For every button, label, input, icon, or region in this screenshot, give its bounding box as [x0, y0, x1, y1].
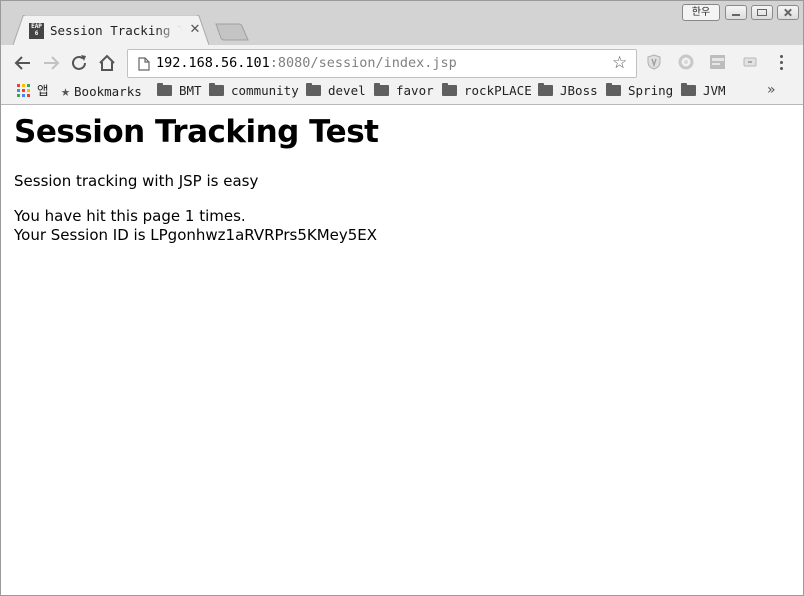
bookmark-folder-rockplace[interactable]: rockPLACE — [442, 83, 532, 99]
bookmark-label: community — [231, 83, 299, 98]
reload-button[interactable] — [68, 52, 90, 74]
forward-button[interactable] — [40, 52, 62, 74]
tab-close-icon[interactable]: ✕ — [188, 23, 202, 37]
bookmark-folder-devel[interactable]: devel — [306, 83, 366, 99]
apps-grid-dot — [27, 94, 30, 97]
page-content: Session Tracking Test Session tracking w… — [1, 105, 803, 595]
bookmark-folder-jvm[interactable]: JVM — [681, 83, 726, 99]
folder-icon — [681, 83, 696, 96]
apps-grid-dot — [17, 94, 20, 97]
eap-favicon-icon: EAP 6 — [29, 23, 44, 39]
bookmark-label: JVM — [703, 83, 726, 98]
url-host: 192.168.56.101 — [156, 55, 270, 71]
folder-icon — [374, 83, 389, 96]
url-text[interactable]: 192.168.56.101:8080/session/index.jsp — [156, 55, 457, 72]
apps-grid-dot — [22, 89, 25, 92]
back-button[interactable] — [12, 52, 34, 74]
apps-shortcut[interactable]: 앱 — [37, 83, 49, 99]
tab-strip: EAP 6 Session Tracking Test ✕ 한우 — [1, 1, 803, 45]
apps-grid-icon[interactable] — [17, 84, 31, 98]
favicon-text-top: EAP — [31, 23, 42, 30]
bookmark-label: Bookmarks — [74, 84, 142, 99]
bookmark-folder-bmt[interactable]: BMT — [157, 83, 202, 99]
apps-label: 앱 — [37, 83, 49, 98]
card-extension-icon[interactable] — [742, 54, 758, 70]
folder-icon — [442, 83, 457, 96]
apps-grid-dot — [27, 89, 30, 92]
bookmark-item-bookmarks[interactable]: ★ Bookmarks — [61, 83, 142, 99]
url-path: :8080/session/index.jsp — [269, 55, 457, 71]
home-icon — [99, 54, 115, 71]
folder-icon — [157, 83, 172, 96]
page-heading: Session Tracking Test — [14, 114, 379, 150]
bookmark-label: devel — [328, 83, 366, 98]
star-icon: ★ — [61, 82, 71, 100]
page-icon — [138, 57, 150, 71]
apps-grid-dot — [27, 84, 30, 87]
browser-window: EAP 6 Session Tracking Test ✕ 한우 — [0, 0, 804, 596]
apps-grid-dot — [22, 84, 25, 87]
folder-icon — [538, 83, 553, 96]
folder-icon — [306, 83, 321, 96]
ime-indicator[interactable]: 한우 — [682, 4, 720, 21]
close-window-button[interactable] — [777, 5, 799, 20]
tab-title: Session Tracking Test — [50, 23, 182, 38]
minimize-button[interactable] — [725, 5, 747, 20]
tab-session-tracking[interactable]: EAP 6 Session Tracking Test ✕ — [13, 15, 209, 45]
apps-grid-dot — [22, 94, 25, 97]
sync-extension-icon[interactable] — [678, 54, 694, 70]
reload-icon — [72, 55, 86, 70]
browser-toolbar: 192.168.56.101:8080/session/index.jsp ☆ — [1, 45, 803, 79]
session-id-text: Your Session ID is LPgonhwz1aRVRPrs5KMey… — [14, 226, 378, 244]
address-bar[interactable]: 192.168.56.101:8080/session/index.jsp ☆ — [127, 49, 637, 78]
back-arrow-icon — [14, 56, 30, 70]
bookmark-folder-spring[interactable]: Spring — [606, 83, 673, 99]
forward-arrow-icon — [44, 56, 60, 70]
folder-icon — [606, 83, 621, 96]
folder-icon — [209, 83, 224, 96]
shield-extension-icon[interactable] — [646, 54, 662, 70]
maximize-button[interactable] — [751, 5, 773, 20]
bookmark-label: rockPLACE — [464, 83, 532, 98]
bookmark-label: JBoss — [560, 83, 598, 98]
bookmark-folder-jboss[interactable]: JBoss — [538, 83, 598, 99]
screen-extension-icon[interactable] — [709, 54, 725, 70]
intro-text: Session tracking with JSP is easy — [14, 172, 259, 190]
bookmark-label: Spring — [628, 83, 674, 98]
bookmark-star-icon[interactable]: ☆ — [612, 54, 627, 72]
browser-menu-icon[interactable] — [779, 55, 785, 71]
bookmarks-overflow-icon[interactable]: » — [767, 82, 776, 98]
new-tab-button[interactable] — [215, 23, 249, 41]
bookmark-folder-community[interactable]: community — [209, 83, 299, 99]
apps-grid-dot — [17, 89, 20, 92]
apps-grid-dot — [17, 84, 20, 87]
favicon-text-bottom: 6 — [34, 30, 39, 37]
bookmark-label: BMT — [179, 83, 202, 98]
bookmark-folder-favor[interactable]: favor — [374, 83, 434, 99]
home-button[interactable] — [96, 52, 118, 74]
hit-count-text: You have hit this page 1 times. — [14, 207, 246, 225]
bookmarks-bar: 앱 ★ Bookmarks BMT community devel favor r… — [1, 79, 803, 105]
bookmark-label: favor — [396, 83, 434, 98]
